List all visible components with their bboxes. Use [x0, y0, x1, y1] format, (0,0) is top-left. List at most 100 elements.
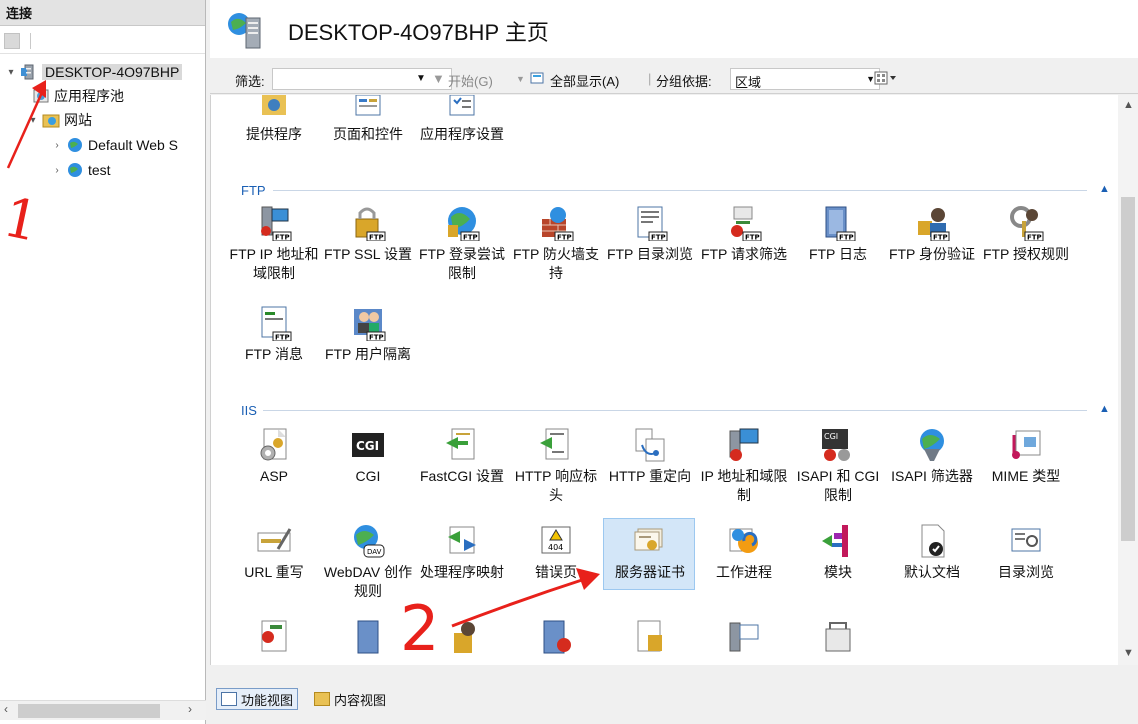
tree-item-test-site[interactable]: › test: [50, 159, 110, 181]
iis-feature-item[interactable]: 模块: [791, 523, 885, 582]
feature-label: FTP 请求筛选: [700, 246, 788, 262]
ftp-feature-icon: FTP: [632, 205, 668, 242]
expand-icon[interactable]: ▾: [26, 115, 40, 126]
feature-label: ISAPI 和 CGI 限制: [796, 468, 880, 503]
feature-icon: [256, 619, 292, 655]
feature-label: FTP 日志: [808, 246, 868, 262]
svg-text:FTP: FTP: [557, 234, 572, 242]
ftp-feature-item[interactable]: FTP FTP 授权规则: [979, 205, 1073, 264]
iis-feature-item[interactable]: CGI CGI: [321, 427, 415, 486]
feature-item-partial[interactable]: [227, 619, 321, 659]
tree-item-server[interactable]: ▾ DESKTOP-4O97BHP: [4, 61, 183, 83]
group-header-iis[interactable]: IIS: [241, 401, 257, 419]
page-header: DESKTOP-4O97BHP 主页: [210, 0, 1138, 58]
feature-label: HTTP 重定向: [608, 468, 692, 484]
iis-feature-item[interactable]: ASP: [227, 427, 321, 486]
collapse-icon[interactable]: ▲: [1099, 183, 1110, 195]
iis-feature-item[interactable]: 服务器证书: [603, 523, 697, 582]
start-dropdown-icon[interactable]: ▼: [516, 74, 525, 84]
scrollbar-thumb[interactable]: [18, 704, 160, 718]
ftp-feature-item[interactable]: FTP FTP IP 地址和域限制: [227, 205, 321, 283]
collapse-icon[interactable]: ▲: [1099, 403, 1110, 415]
horizontal-scrollbar[interactable]: ‹ ›: [0, 700, 206, 720]
iis-feature-item[interactable]: 处理程序映射: [415, 523, 509, 582]
scroll-down-icon[interactable]: ▼: [1123, 647, 1134, 659]
feature-label: FTP 用户隔离: [324, 346, 412, 362]
iis-feature-item[interactable]: 目录浏览: [979, 523, 1073, 582]
ftp-feature-item[interactable]: FTP FTP 登录尝试限制: [415, 205, 509, 283]
iis-feature-icon: [1008, 523, 1044, 559]
iis-feature-item[interactable]: HTTP 重定向: [603, 427, 697, 486]
ftp-feature-item[interactable]: FTP FTP 防火墙支持: [509, 205, 603, 283]
feature-item-partial[interactable]: [697, 619, 791, 659]
svg-text:FTP: FTP: [933, 234, 948, 242]
show-all-button[interactable]: 全部显示(A): [550, 71, 619, 90]
group-divider: [263, 410, 1087, 411]
feature-providers[interactable]: 提供程序: [227, 95, 321, 144]
expand-icon[interactable]: ›: [50, 165, 64, 176]
tab-label: 功能视图: [241, 692, 294, 708]
group-by-label: 分组依据:: [656, 74, 712, 89]
expand-icon[interactable]: ▾: [4, 67, 18, 78]
vertical-scrollbar[interactable]: ▲ ▼: [1118, 95, 1138, 665]
ftp-feature-item[interactable]: FTP FTP 用户隔离: [321, 305, 415, 364]
group-by-select[interactable]: 区域 ▼: [730, 68, 880, 90]
start-button[interactable]: 开始(G): [448, 71, 493, 90]
connections-pane: 连接 ▾ DESKTOP-4O97BHP 应用程序池 ▾ 网站 › Defaul…: [0, 0, 206, 724]
scroll-up-icon[interactable]: ▲: [1123, 99, 1134, 111]
view-mode-icon[interactable]: [874, 71, 898, 88]
ftp-feature-item[interactable]: FTP FTP 身份验证: [885, 205, 979, 264]
ftp-feature-icon: FTP: [350, 305, 386, 342]
feature-item-partial[interactable]: [791, 619, 885, 659]
feature-icon: [726, 619, 762, 655]
feature-item-partial[interactable]: [603, 619, 697, 659]
features-view-tab[interactable]: 功能视图: [216, 688, 299, 710]
iis-feature-item[interactable]: CGI ISAPI 和 CGI 限制: [791, 427, 885, 505]
iis-feature-icon: CGI: [820, 427, 856, 463]
ftp-feature-item[interactable]: FTP FTP SSL 设置: [321, 205, 415, 264]
feature-icon: [444, 619, 480, 655]
content-view-icon: [314, 692, 330, 706]
show-all-icon: [530, 71, 546, 88]
iis-feature-item[interactable]: MIME 类型: [979, 427, 1073, 486]
iis-feature-icon: DAV: [350, 523, 386, 559]
scroll-left-icon[interactable]: ‹: [4, 702, 8, 716]
iis-feature-item[interactable]: ISAPI 筛选器: [885, 427, 979, 486]
ftp-feature-item[interactable]: FTP FTP 请求筛选: [697, 205, 791, 264]
ftp-feature-item[interactable]: FTP FTP 消息: [227, 305, 321, 364]
tree-item-sites[interactable]: ▾ 网站: [26, 109, 92, 131]
iis-feature-item[interactable]: IP 地址和域限制: [697, 427, 791, 505]
feature-app-settings[interactable]: 应用程序设置: [415, 95, 509, 144]
svg-text:FTP: FTP: [745, 234, 760, 242]
iis-feature-item[interactable]: 默认文档: [885, 523, 979, 582]
pages-controls-icon: [350, 95, 386, 121]
feature-label: WebDAV 创作规则: [323, 564, 413, 599]
iis-feature-item[interactable]: FastCGI 设置: [415, 427, 509, 486]
globe-icon: [66, 137, 84, 153]
iis-feature-icon: [1008, 427, 1044, 463]
filter-dropdown-icon[interactable]: ▼: [416, 73, 426, 84]
scroll-right-icon[interactable]: ›: [188, 702, 192, 716]
iis-feature-item[interactable]: HTTP 响应标头: [509, 427, 603, 505]
feature-item-partial[interactable]: [415, 619, 509, 659]
scrollbar-thumb[interactable]: [1121, 197, 1135, 541]
feature-item-partial[interactable]: [509, 619, 603, 659]
feature-label: FTP SSL 设置: [324, 246, 412, 262]
expand-icon[interactable]: ›: [50, 140, 64, 151]
iis-feature-item[interactable]: URL 重写: [227, 523, 321, 582]
group-header-ftp[interactable]: FTP: [241, 181, 266, 199]
ftp-feature-item[interactable]: FTP FTP 日志: [791, 205, 885, 264]
feature-item-partial[interactable]: [321, 619, 415, 659]
connect-icon[interactable]: [4, 32, 20, 49]
content-view-tab[interactable]: 内容视图: [310, 688, 390, 710]
iis-feature-item[interactable]: 404 错误页: [509, 523, 603, 582]
server-icon: [226, 10, 266, 50]
iis-feature-item[interactable]: DAV WebDAV 创作规则: [321, 523, 415, 601]
iis-feature-item[interactable]: 工作进程: [697, 523, 791, 582]
tree-label: 应用程序池: [54, 88, 124, 104]
ftp-feature-icon: FTP: [820, 205, 856, 242]
ftp-feature-item[interactable]: FTP FTP 目录浏览: [603, 205, 697, 264]
feature-pages-controls[interactable]: 页面和控件: [321, 95, 415, 144]
tree-item-app-pools[interactable]: 应用程序池: [30, 85, 124, 107]
tree-item-default-site[interactable]: › Default Web S: [50, 134, 178, 156]
